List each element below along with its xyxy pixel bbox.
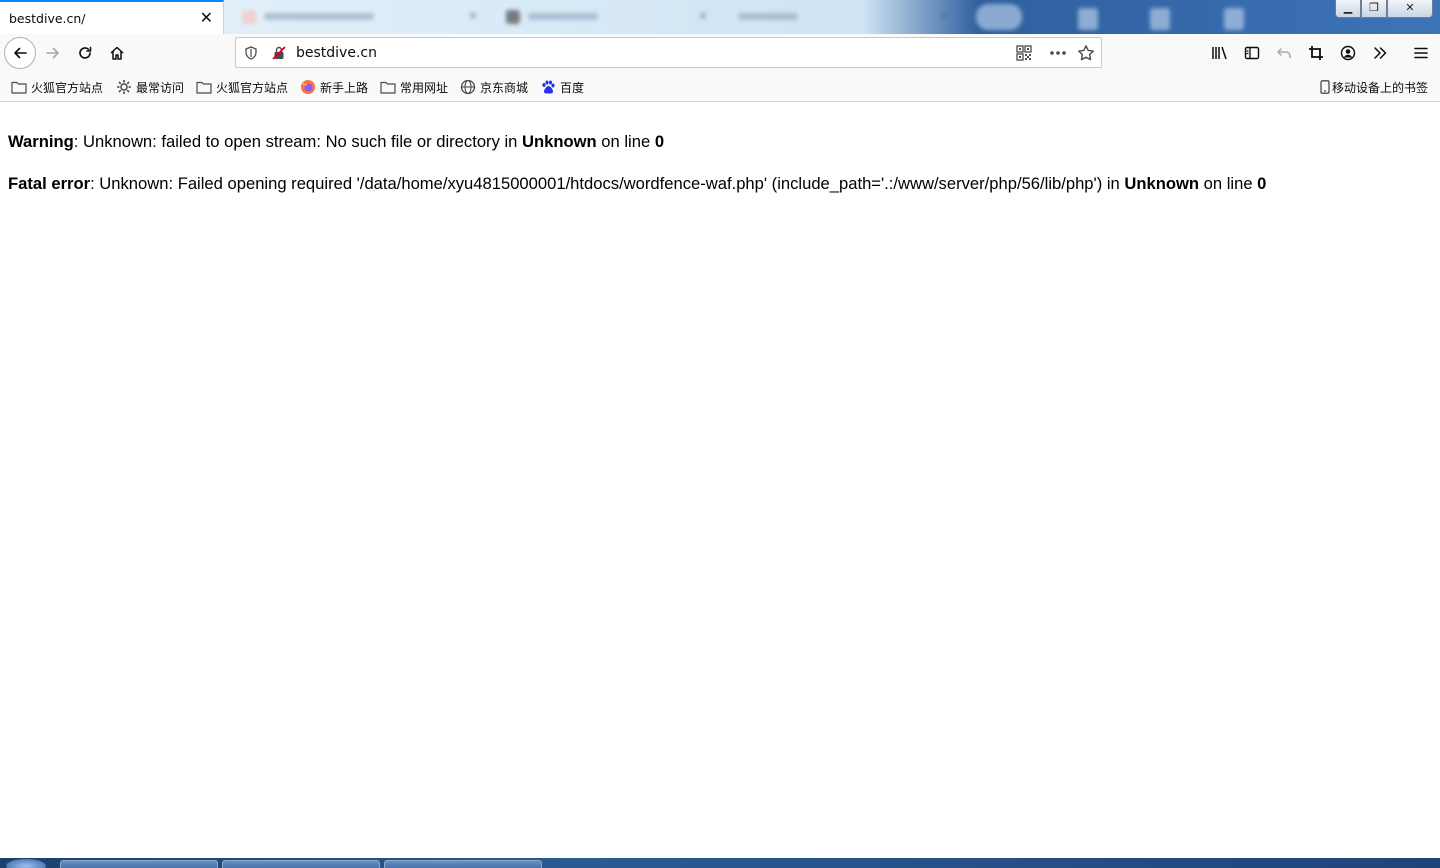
bookmark-link[interactable]: 百度 — [540, 79, 584, 95]
undo-close-tab-button[interactable] — [1269, 38, 1299, 68]
chevron-double-right-icon — [1374, 47, 1387, 59]
url-bar[interactable]: bestdive.cn — [235, 37, 1102, 68]
tab-title-blurred — [738, 13, 798, 20]
blurred-shape — [976, 4, 1022, 30]
baidu-paw-icon — [542, 80, 555, 94]
folder-icon — [196, 81, 212, 94]
minimize-button[interactable]: ▁ — [1335, 0, 1361, 18]
undo-icon — [1277, 48, 1291, 59]
taskbar-item[interactable] — [60, 860, 218, 868]
tab-close-icon[interactable]: ✕ — [940, 9, 950, 23]
os-taskbar — [0, 858, 1440, 868]
forward-arrow-icon — [46, 47, 59, 59]
tab-background[interactable]: ✕ — [228, 0, 490, 34]
tab-background[interactable]: ✕ — [722, 0, 962, 34]
tab-strip: bestdive.cn/ ✕ ✕ ✕ ✕ ▁ ❐ ✕ — [0, 0, 1440, 34]
sidebar-icon — [1244, 46, 1260, 60]
fatal-error-line-number: 0 — [1257, 174, 1267, 193]
hamburger-menu-icon — [1414, 47, 1428, 59]
fatal-error-text: : Unknown: Failed opening required '/dat… — [90, 174, 1125, 193]
qr-code-icon[interactable] — [1015, 44, 1033, 62]
warning-label: Warning — [8, 132, 74, 151]
bookmark-folder[interactable]: 火狐官方站点 — [196, 79, 288, 95]
tab-background[interactable]: ✕ — [492, 0, 720, 34]
warning-location: Unknown — [522, 132, 597, 151]
firefox-icon — [301, 80, 315, 94]
fatal-error-label: Fatal error — [8, 174, 91, 193]
tab-close-icon[interactable]: ✕ — [200, 9, 213, 27]
account-button[interactable] — [1333, 38, 1363, 68]
menu-button[interactable] — [1406, 38, 1436, 68]
warning-on-line: on line — [596, 132, 655, 151]
bookmark-label: 百度 — [560, 80, 585, 95]
folder-icon — [380, 81, 396, 94]
overflow-button[interactable] — [1365, 38, 1395, 68]
library-icon — [1212, 46, 1227, 60]
bookmark-folder[interactable]: 火狐官方站点 — [11, 79, 103, 95]
desktop-background — [970, 0, 1270, 34]
page-actions-more-icon[interactable] — [1049, 44, 1067, 62]
mobile-bookmarks[interactable]: 移动设备上的书签 — [1320, 79, 1428, 95]
folder-icon — [11, 81, 27, 94]
account-icon — [1340, 45, 1356, 61]
home-button[interactable] — [102, 38, 132, 68]
start-button[interactable] — [6, 859, 46, 868]
bookmark-link[interactable]: 新手上路 — [300, 79, 368, 95]
warning-message: Warning: Unknown: failed to open stream:… — [8, 130, 1432, 153]
bookmark-label: 常用网址 — [400, 80, 449, 95]
bookmark-label: 火狐官方站点 — [31, 80, 104, 95]
close-window-button[interactable]: ✕ — [1387, 0, 1433, 18]
insecure-connection-icon[interactable] — [270, 44, 288, 62]
url-text[interactable]: bestdive.cn — [296, 45, 377, 61]
crop-icon — [1309, 46, 1323, 60]
bookmark-link[interactable]: 京东商城 — [460, 79, 528, 95]
sidebar-button[interactable] — [1237, 38, 1267, 68]
reload-icon — [79, 46, 92, 59]
navigation-toolbar: bestdive.cn — [0, 34, 1440, 72]
tab-favicon — [506, 10, 520, 24]
back-arrow-icon — [14, 47, 27, 59]
blurred-shape — [1150, 8, 1170, 30]
tab-title-blurred — [264, 13, 374, 20]
bookmark-label: 新手上路 — [320, 80, 369, 95]
bookmark-smart-folder[interactable]: 最常访问 — [116, 79, 184, 95]
warning-line-number: 0 — [654, 132, 665, 151]
screenshot-button[interactable] — [1301, 38, 1331, 68]
fatal-error-location: Unknown — [1124, 174, 1200, 193]
reload-button[interactable] — [70, 38, 100, 68]
bookmark-star-icon[interactable] — [1077, 44, 1095, 62]
tab-favicon — [242, 10, 256, 24]
back-button[interactable] — [4, 37, 36, 69]
forward-button[interactable] — [38, 38, 68, 68]
tab-title-blurred — [528, 13, 598, 20]
bookmark-label: 最常访问 — [136, 80, 185, 95]
taskbar-item[interactable] — [222, 860, 380, 868]
blurred-shape — [1224, 8, 1244, 30]
tab-title: bestdive.cn/ — [9, 11, 86, 26]
home-icon — [110, 46, 124, 60]
gear-icon — [117, 80, 131, 94]
tracking-protection-shield-icon[interactable] — [242, 44, 260, 62]
bookmarks-toolbar: 火狐官方站点 最常访问 火狐官方站点 新手上路 常用网址 京东商城 百度 移动设… — [0, 72, 1440, 102]
tab-active[interactable]: bestdive.cn/ ✕ — [0, 0, 224, 34]
bookmark-label: 京东商城 — [480, 80, 529, 95]
globe-icon — [460, 79, 476, 95]
page-content: Warning: Unknown: failed to open stream:… — [8, 130, 1432, 214]
library-button[interactable] — [1205, 38, 1235, 68]
window-controls: ▁ ❐ ✕ — [1335, 0, 1433, 18]
fatal-error-on-line: on line — [1199, 174, 1258, 193]
warning-text: : Unknown: failed to open stream: No suc… — [73, 132, 523, 151]
bookmark-label: 移动设备上的书签 — [1331, 80, 1428, 95]
tab-close-icon[interactable]: ✕ — [468, 9, 478, 23]
blurred-shape — [1078, 8, 1098, 30]
fatal-error-message: Fatal error: Unknown: Failed opening req… — [8, 172, 1432, 195]
mobile-icon — [1320, 80, 1330, 94]
taskbar-item[interactable] — [384, 860, 542, 868]
maximize-button[interactable]: ❐ — [1361, 0, 1387, 18]
tab-close-icon[interactable]: ✕ — [698, 9, 708, 23]
bookmark-folder[interactable]: 常用网址 — [380, 79, 448, 95]
bookmark-label: 火狐官方站点 — [216, 80, 289, 95]
